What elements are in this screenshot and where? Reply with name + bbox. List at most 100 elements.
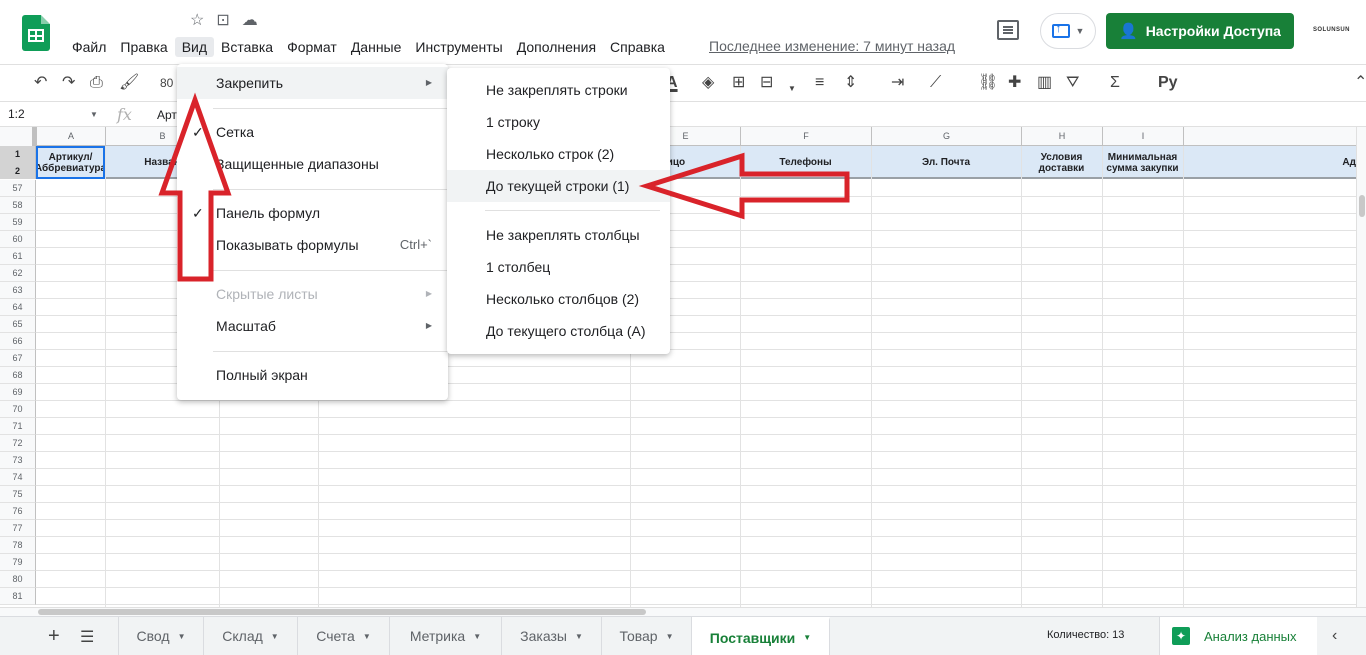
menu-help[interactable]: Справка xyxy=(603,37,672,57)
filter-icon[interactable]: ⛛ xyxy=(1066,73,1079,93)
print-icon[interactable]: ⎙ xyxy=(90,73,103,93)
sheet-tab-postavshchiki[interactable]: Поставщики ▼ xyxy=(692,617,830,655)
table-row[interactable] xyxy=(36,571,1356,588)
column-header-a[interactable]: A xyxy=(36,127,105,146)
row-header-2[interactable]: 2 xyxy=(0,163,36,179)
formula-input[interactable]: Арт xyxy=(157,108,177,122)
table-row[interactable] xyxy=(36,401,1356,418)
menu-item-no-columns[interactable]: Не закреплять столбцы xyxy=(447,219,670,251)
menu-data[interactable]: Данные xyxy=(344,37,409,57)
text-wrap-icon[interactable]: ⇥ xyxy=(891,73,904,93)
cell-a1[interactable]: Артикул/Аббревиатура xyxy=(36,146,105,179)
row-header-1[interactable]: 1 xyxy=(0,146,36,163)
row-header[interactable]: 66 xyxy=(0,333,36,350)
row-header[interactable]: 77 xyxy=(0,520,36,537)
insert-comment-icon[interactable]: ✚ xyxy=(1008,73,1021,93)
last-edit-link[interactable]: Последнее изменение: 7 минут назад xyxy=(709,38,955,54)
menu-format[interactable]: Формат xyxy=(280,37,344,57)
redo-icon[interactable]: ↷ xyxy=(62,73,75,93)
column-header-i[interactable]: I xyxy=(1102,127,1183,146)
functions-icon[interactable]: Σ xyxy=(1110,73,1120,93)
row-header[interactable]: 80 xyxy=(0,571,36,588)
align-horizontal-icon[interactable]: ≡ xyxy=(815,73,824,93)
menu-item-rows-2[interactable]: Несколько строк (2) xyxy=(447,138,670,170)
scroll-thumb[interactable] xyxy=(38,609,646,615)
menu-item-one-row[interactable]: 1 строку xyxy=(447,106,670,138)
undo-icon[interactable]: ↶ xyxy=(34,73,47,93)
table-row[interactable] xyxy=(36,503,1356,520)
sheet-tab-tovar[interactable]: Товар ▼ xyxy=(602,617,692,655)
table-row[interactable] xyxy=(36,452,1356,469)
all-sheets-icon[interactable]: ☰ xyxy=(80,627,94,647)
vertical-scrollbar[interactable] xyxy=(1356,127,1366,607)
menu-item-full-screen[interactable]: Полный экран xyxy=(177,359,448,391)
column-header-j[interactable] xyxy=(1183,127,1356,146)
menu-item-show-formulas[interactable]: Показывать формулы Ctrl+` xyxy=(177,229,448,261)
cell-h1[interactable]: Условия доставки xyxy=(1021,146,1102,179)
sheet-tab-svod[interactable]: Свод ▼ xyxy=(118,617,204,655)
sheet-tab-zakazy[interactable]: Заказы ▼ xyxy=(502,617,602,655)
row-header[interactable]: 79 xyxy=(0,554,36,571)
menu-item-columns-2[interactable]: Несколько столбцов (2) xyxy=(447,283,670,315)
menu-item-one-column[interactable]: 1 столбец xyxy=(447,251,670,283)
row-header[interactable]: 68 xyxy=(0,367,36,384)
row-header[interactable]: 65 xyxy=(0,316,36,333)
row-header[interactable]: 58 xyxy=(0,197,36,214)
menu-file[interactable]: Файл xyxy=(65,37,113,57)
row-header[interactable]: 67 xyxy=(0,350,36,367)
column-header-h[interactable]: H xyxy=(1021,127,1102,146)
fill-color-icon[interactable]: ◈ xyxy=(702,73,714,93)
horizontal-scrollbar[interactable] xyxy=(0,607,1366,616)
row-header[interactable]: 71 xyxy=(0,418,36,435)
table-row[interactable] xyxy=(36,588,1356,605)
row-header[interactable]: 73 xyxy=(0,452,36,469)
input-tools-icon[interactable]: Ру xyxy=(1158,73,1178,93)
scroll-thumb[interactable] xyxy=(1359,195,1365,217)
zoom-select[interactable]: 80 xyxy=(160,76,173,90)
row-header[interactable]: 59 xyxy=(0,214,36,231)
menu-item-zoom[interactable]: Масштаб ▶ xyxy=(177,310,448,342)
menu-view[interactable]: Вид xyxy=(174,37,215,57)
row-header[interactable]: 63 xyxy=(0,282,36,299)
insert-chart-icon[interactable]: ▥ xyxy=(1037,73,1052,93)
select-all-corner[interactable] xyxy=(0,127,36,146)
borders-icon[interactable]: ⊞ xyxy=(732,73,745,93)
sheet-tab-metrika[interactable]: Метрика ▼ xyxy=(390,617,502,655)
cell-j1[interactable]: Ад xyxy=(1183,146,1356,179)
row-header[interactable]: 69 xyxy=(0,384,36,401)
table-row[interactable] xyxy=(36,537,1356,554)
column-header-f[interactable]: F xyxy=(740,127,871,146)
menu-item-up-to-current-column[interactable]: До текущего столбца (A) xyxy=(447,315,670,347)
table-row[interactable] xyxy=(36,469,1356,486)
menu-item-up-to-current-row[interactable]: До текущей строки (1) xyxy=(447,170,670,202)
cell-f1[interactable]: Телефоны xyxy=(740,146,871,179)
chevron-down-icon[interactable]: ▼ xyxy=(90,110,98,119)
cell-g1[interactable]: Эл. Почта xyxy=(871,146,1021,179)
name-box[interactable]: 1:2 xyxy=(8,107,25,121)
menu-edit[interactable]: Правка xyxy=(113,37,174,57)
row-header[interactable]: 78 xyxy=(0,537,36,554)
align-vertical-icon[interactable]: ⇕ xyxy=(844,73,857,93)
row-header[interactable]: 75 xyxy=(0,486,36,503)
row-header[interactable]: 62 xyxy=(0,265,36,282)
row-header[interactable]: 70 xyxy=(0,401,36,418)
collapse-toolbar-icon[interactable]: ⌃ xyxy=(1354,73,1366,93)
row-header[interactable]: 57 xyxy=(0,180,36,197)
chevron-left-icon[interactable]: ‹ xyxy=(1332,627,1337,645)
comment-history-icon[interactable] xyxy=(997,20,1019,40)
menu-tools[interactable]: Инструменты xyxy=(408,37,509,57)
table-row[interactable] xyxy=(36,435,1356,452)
merge-cells-icon[interactable]: ⊟ xyxy=(760,73,773,93)
row-header[interactable]: 76 xyxy=(0,503,36,520)
menu-item-gridlines[interactable]: ✓ Сетка xyxy=(177,116,448,148)
table-row[interactable] xyxy=(36,554,1356,571)
text-rotate-icon[interactable]: ⟋ xyxy=(930,73,941,93)
explore-button[interactable]: ✦ Анализ данных xyxy=(1159,617,1317,655)
sheet-tab-sklad[interactable]: Склад ▼ xyxy=(204,617,298,655)
row-header[interactable]: 61 xyxy=(0,248,36,265)
menu-item-no-rows[interactable]: Не закреплять строки xyxy=(447,74,670,106)
google-sheets-logo[interactable] xyxy=(22,15,50,51)
share-button[interactable]: 👤 Настройки Доступа xyxy=(1106,13,1294,49)
insert-link-icon[interactable]: ⛓ xyxy=(978,73,998,93)
cell-i1[interactable]: Минимальная сумма закупки xyxy=(1102,146,1183,179)
